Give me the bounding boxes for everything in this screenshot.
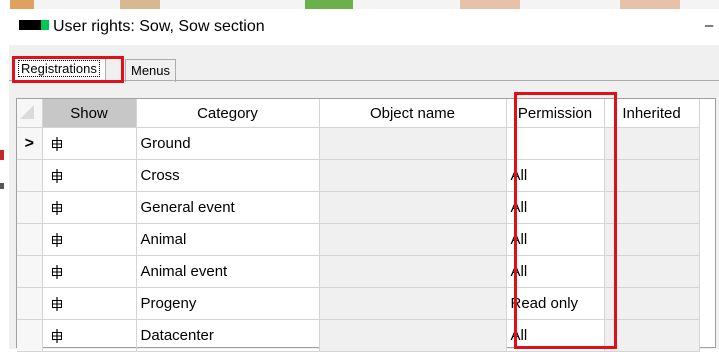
object-name-cell[interactable] <box>319 191 507 224</box>
title-bar: User rights: Sow, Sow section – <box>9 9 719 45</box>
category-cell[interactable]: Cross <box>136 159 320 192</box>
object-name-cell[interactable] <box>319 255 507 288</box>
expand-tree-icon[interactable] <box>50 265 64 280</box>
object-name-cell[interactable] <box>319 127 507 160</box>
column-header-inherited[interactable]: Inherited <box>604 99 700 128</box>
permission-column-highlight <box>514 92 617 349</box>
object-name-cell[interactable] <box>319 159 507 192</box>
row-header[interactable] <box>17 255 43 288</box>
show-cell[interactable] <box>42 255 137 288</box>
expand-tree-icon[interactable] <box>50 233 64 248</box>
show-cell[interactable] <box>42 159 137 192</box>
category-cell[interactable]: Animal event <box>136 255 320 288</box>
user-rights-dialog: User rights: Sow, Sow section – Registra… <box>9 9 719 352</box>
inherited-cell[interactable] <box>604 319 700 352</box>
column-header-show[interactable]: Show <box>42 99 137 128</box>
background-thumbnail <box>460 0 520 9</box>
background-thumbnail <box>305 0 353 9</box>
category-cell[interactable]: General event <box>136 191 320 224</box>
expand-tree-icon[interactable] <box>50 169 64 184</box>
background-thumbnail <box>120 0 160 9</box>
background-mark <box>0 183 4 189</box>
expand-tree-icon[interactable] <box>50 329 64 344</box>
background-mark <box>0 150 4 160</box>
category-cell[interactable]: Datacenter <box>136 319 320 352</box>
show-cell[interactable] <box>42 287 137 320</box>
show-cell[interactable] <box>42 319 137 352</box>
show-cell[interactable] <box>42 127 137 160</box>
registrations-tab-highlight <box>12 56 124 83</box>
inherited-cell[interactable] <box>604 127 700 160</box>
object-name-cell[interactable] <box>319 287 507 320</box>
inherited-cell[interactable] <box>604 255 700 288</box>
expand-tree-icon[interactable] <box>50 137 64 152</box>
show-cell[interactable] <box>42 223 137 256</box>
expand-tree-icon[interactable] <box>50 201 64 216</box>
inherited-cell[interactable] <box>604 159 700 192</box>
select-all-triangle <box>20 105 34 119</box>
tab-menus-label: Menus <box>131 63 171 78</box>
background-window-strip <box>0 0 719 9</box>
row-header[interactable] <box>17 319 43 352</box>
row-header[interactable] <box>17 159 43 192</box>
object-name-cell[interactable] <box>319 223 507 256</box>
inherited-cell[interactable] <box>604 287 700 320</box>
expand-tree-icon[interactable] <box>50 297 64 312</box>
object-name-cell[interactable] <box>319 319 507 352</box>
select-all-corner[interactable] <box>17 99 43 128</box>
inherited-cell[interactable] <box>604 191 700 224</box>
column-header-category[interactable]: Category <box>136 99 320 128</box>
background-thumbnail <box>620 0 680 9</box>
category-cell[interactable]: Progeny <box>136 287 320 320</box>
category-cell[interactable]: Ground <box>136 127 320 160</box>
minimize-button[interactable]: – <box>705 18 719 34</box>
column-header-object-name[interactable]: Object name <box>319 99 507 128</box>
tab-menus[interactable]: Menus <box>125 59 177 82</box>
inherited-cell[interactable] <box>604 223 700 256</box>
dialog-content: Registrations Menus Show Category Object… <box>9 45 719 352</box>
row-header[interactable] <box>17 287 43 320</box>
current-row-indicator: > <box>24 134 34 152</box>
background-thumbnail <box>10 0 34 9</box>
row-header[interactable]: > <box>17 127 43 160</box>
row-header[interactable] <box>17 223 43 256</box>
window-title: User rights: Sow, Sow section <box>53 18 265 35</box>
app-icon <box>19 20 49 30</box>
row-header[interactable] <box>17 191 43 224</box>
show-cell[interactable] <box>42 191 137 224</box>
category-cell[interactable]: Animal <box>136 223 320 256</box>
